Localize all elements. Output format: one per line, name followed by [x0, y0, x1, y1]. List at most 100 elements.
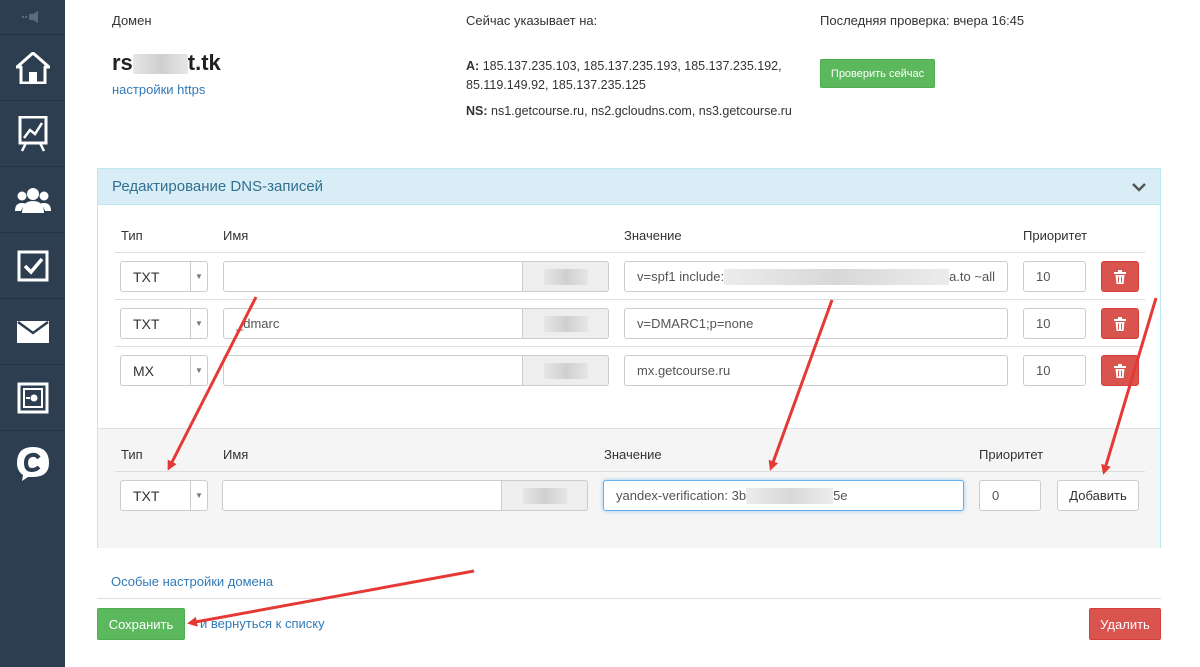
new-record-name-input[interactable] — [222, 480, 502, 511]
caret-down-icon: ▼ — [190, 262, 207, 291]
divider — [115, 252, 1145, 253]
a-records-label: A: — [466, 59, 480, 73]
new-record-type-value: TXT — [133, 487, 160, 504]
record-type-value: TXT — [133, 315, 160, 332]
last-check-label: Последняя проверка: вчера 16:45 — [820, 13, 1025, 28]
domain-name-prefix: rs — [112, 50, 133, 75]
redacted-blur — [746, 487, 834, 504]
new-col-header-priority: Приоритет — [979, 447, 1044, 462]
col-header-value: Значение — [624, 228, 682, 243]
record-priority-input[interactable]: 10 — [1023, 261, 1086, 292]
special-domain-settings-link[interactable]: Особые настройки домена — [111, 574, 273, 589]
ns-records-label: NS: — [466, 104, 488, 118]
domain-suffix-addon — [523, 261, 609, 292]
redacted-blur — [543, 268, 588, 285]
ns-records-value: ns1.getcourse.ru, ns2.gcloudns.com, ns3.… — [491, 104, 792, 118]
record-value-input[interactable]: mx.getcourse.ru — [624, 355, 1008, 386]
record-type-select[interactable]: MX ▼ — [120, 355, 208, 386]
record-type-select[interactable]: TXT ▼ — [120, 261, 208, 292]
col-header-priority: Приоритет — [1023, 228, 1088, 243]
save-button[interactable]: Сохранить — [97, 608, 185, 640]
caret-down-icon: ▼ — [190, 481, 207, 510]
new-record-value-input[interactable]: yandex-verification: 3b 5e — [603, 480, 964, 511]
safe-icon — [17, 382, 48, 413]
pointing-label: Сейчас указывает на: — [466, 13, 598, 28]
record-value-input[interactable]: v=DMARC1;p=none — [624, 308, 1008, 339]
domain-suffix-addon — [523, 308, 609, 339]
caret-down-icon: ▼ — [190, 356, 207, 385]
a-records-line2: 85.119.149.92, 185.137.235.125 — [466, 78, 646, 92]
sidebar-item-home[interactable] — [0, 34, 65, 100]
new-col-header-value: Значение — [604, 447, 662, 462]
record-value-input[interactable]: v=spf1 include: a.to ~all — [624, 261, 1008, 292]
record-priority-input[interactable]: 10 — [1023, 308, 1086, 339]
record-value-prefix: mx.getcourse.ru — [637, 363, 731, 378]
redacted-blur — [543, 362, 588, 379]
users-icon — [14, 187, 51, 213]
delete-record-button[interactable] — [1101, 261, 1139, 292]
trash-icon — [1114, 269, 1126, 284]
home-icon — [15, 51, 50, 84]
domain-label: Домен — [112, 13, 152, 28]
domain-name-suffix: t.tk — [187, 50, 221, 75]
record-type-select[interactable]: TXT ▼ — [120, 308, 208, 339]
checkbox-icon — [17, 250, 48, 281]
https-settings-link[interactable]: настройки https — [112, 82, 205, 97]
record-value-prefix: v=spf1 include: — [637, 269, 725, 284]
domain-suffix-addon — [523, 355, 609, 386]
a-records: A: 185.137.235.103, 185.137.235.193, 185… — [466, 57, 782, 95]
domain-name: rs t.tk — [112, 50, 221, 76]
new-record-priority-input[interactable]: 0 — [979, 480, 1041, 511]
redacted-blur — [724, 268, 950, 285]
record-name-input[interactable] — [223, 355, 523, 386]
new-record-type-select[interactable]: TXT ▼ — [120, 480, 208, 511]
sidebar-item-users[interactable] — [0, 166, 65, 232]
chevron-down-icon[interactable] — [1132, 182, 1146, 192]
delete-domain-button[interactable]: Удалить — [1089, 608, 1161, 640]
dns-panel-header[interactable]: Редактирование DNS-записей — [98, 169, 1160, 205]
sidebar-item-getcourse[interactable] — [0, 430, 65, 496]
record-value-suffix: a.to ~all — [949, 269, 995, 284]
sidebar-item-tasks[interactable] — [0, 232, 65, 298]
sidebar-item-safe[interactable] — [0, 364, 65, 430]
col-header-name: Имя — [223, 228, 249, 243]
divider — [115, 299, 1145, 300]
trash-icon — [1114, 316, 1126, 331]
a-records-line1: 185.137.235.103, 185.137.235.193, 185.13… — [482, 59, 782, 73]
record-type-value: TXT — [133, 268, 160, 285]
new-record-value-suffix: 5e — [833, 488, 848, 503]
redacted-blur — [543, 315, 588, 332]
caret-down-icon: ▼ — [190, 309, 207, 338]
col-header-type: Тип — [121, 228, 143, 243]
new-record-value-prefix: yandex-verification: 3b — [616, 488, 747, 503]
sidebar — [0, 0, 65, 667]
envelope-icon — [16, 320, 49, 343]
ns-records: NS: ns1.getcourse.ru, ns2.gcloudns.com, … — [466, 104, 792, 118]
trash-icon — [1114, 363, 1126, 378]
delete-record-button[interactable] — [1101, 308, 1139, 339]
dns-panel-title: Редактирование DNS-записей — [112, 178, 324, 195]
delete-record-button[interactable] — [1101, 355, 1139, 386]
divider — [115, 471, 1145, 472]
add-record-button[interactable]: Добавить — [1057, 480, 1139, 511]
divider — [115, 346, 1145, 347]
record-type-value: MX — [133, 362, 154, 379]
sidebar-collapse-toggle[interactable] — [0, 0, 65, 34]
redacted-blur — [132, 54, 188, 75]
sidebar-item-messages[interactable] — [0, 298, 65, 364]
save-and-back-link[interactable]: и вернуться к списку — [200, 616, 325, 631]
getcourse-logo-icon — [16, 446, 49, 481]
record-name-input[interactable] — [223, 261, 523, 292]
record-name-input[interactable]: _dmarc — [223, 308, 523, 339]
check-now-button[interactable]: Проверить сейчас — [820, 59, 935, 88]
chart-board-icon — [18, 115, 47, 152]
sidebar-item-reports[interactable] — [0, 100, 65, 166]
new-col-header-type: Тип — [121, 447, 143, 462]
redacted-blur — [522, 487, 567, 504]
speaker-icon — [21, 11, 38, 23]
domain-suffix-addon — [502, 480, 588, 511]
divider — [97, 598, 1161, 599]
record-priority-input[interactable]: 10 — [1023, 355, 1086, 386]
record-value-prefix: v=DMARC1;p=none — [637, 316, 754, 331]
new-col-header-name: Имя — [223, 447, 249, 462]
